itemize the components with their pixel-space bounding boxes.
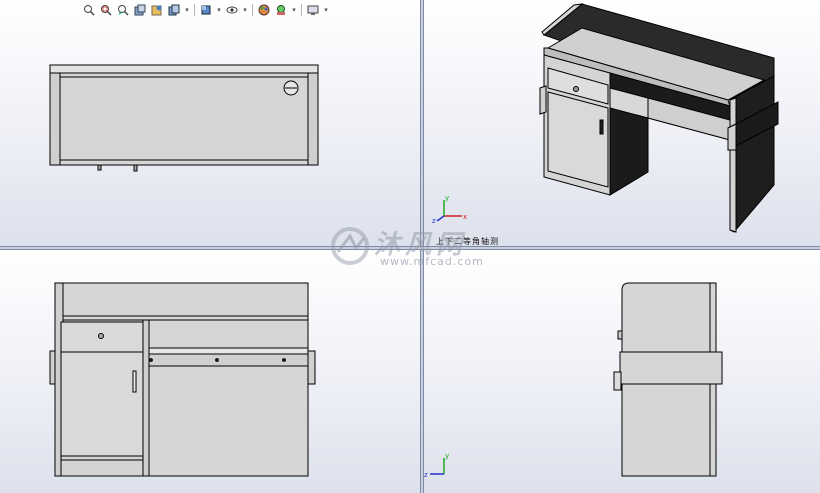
view-heads-up-toolbar: ▾ ▾ ▾ ▾ ▾ xyxy=(82,2,329,18)
back-view-drawing xyxy=(49,282,316,477)
triad-x-label: x xyxy=(463,213,467,221)
chevron-down-icon[interactable]: ▾ xyxy=(323,3,329,17)
triad-z-label: z xyxy=(432,217,436,224)
side-view-drawing xyxy=(613,282,723,477)
zoom-to-area-icon[interactable] xyxy=(99,3,113,17)
edit-appearance-icon[interactable] xyxy=(257,3,271,17)
viewport-back[interactable] xyxy=(0,250,420,493)
toolbar-separator xyxy=(252,4,253,16)
section-view-icon[interactable] xyxy=(133,3,147,17)
view-orientation-label: 上下二等角轴测 xyxy=(436,237,499,246)
view-orientation-icon[interactable] xyxy=(167,3,181,17)
display-style-icon[interactable] xyxy=(199,3,213,17)
zoom-to-fit-icon[interactable] xyxy=(82,3,96,17)
toolbar-separator xyxy=(301,4,302,16)
triad-y-label: y xyxy=(445,194,449,202)
viewport-side[interactable]: y z xyxy=(424,250,820,493)
coordinate-triad: y z xyxy=(424,450,460,480)
isometric-view-drawing xyxy=(539,3,779,233)
triad-y-label: y xyxy=(445,452,449,460)
toolbar-separator xyxy=(194,4,195,16)
chevron-down-icon[interactable]: ▾ xyxy=(184,3,190,17)
apply-scene-icon[interactable] xyxy=(274,3,288,17)
viewport-front[interactable]: ▾ ▾ ▾ ▾ ▾ xyxy=(0,0,420,246)
chevron-down-icon[interactable]: ▾ xyxy=(242,3,248,17)
front-view-drawing xyxy=(49,64,319,172)
triad-z-label: z xyxy=(424,471,428,479)
coordinate-triad: x y z xyxy=(432,194,468,224)
previous-view-icon[interactable] xyxy=(116,3,130,17)
viewport-isometric[interactable]: x y z xyxy=(424,0,820,246)
dynamic-annotation-icon[interactable] xyxy=(150,3,164,17)
chevron-down-icon[interactable]: ▾ xyxy=(291,3,297,17)
view-settings-icon[interactable] xyxy=(306,3,320,17)
viewport-splitter-horizontal[interactable] xyxy=(0,246,820,250)
chevron-down-icon[interactable]: ▾ xyxy=(216,3,222,17)
hide-show-items-icon[interactable] xyxy=(225,3,239,17)
